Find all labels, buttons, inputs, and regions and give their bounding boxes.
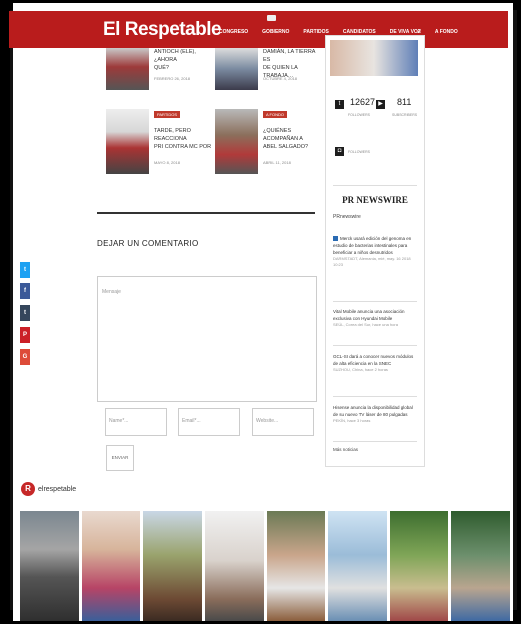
article-tag[interactable]: PARTIDOS	[154, 111, 181, 118]
comment-message-field[interactable]: Mensaje	[97, 276, 317, 402]
comment-heading: DEJAR UN COMENTARIO	[97, 239, 199, 248]
article-thumbnail[interactable]	[215, 109, 258, 174]
share-tumblr-icon[interactable]: t	[20, 305, 30, 321]
instagram-photo[interactable]	[451, 511, 510, 621]
nav-item-gobierno[interactable]: GOBIERNO	[262, 29, 289, 35]
sidebar-ad-image[interactable]	[330, 40, 418, 76]
scroll-to-top-button[interactable]	[267, 15, 276, 21]
pr-item-icon	[333, 236, 338, 242]
instagram-photo[interactable]	[266, 511, 326, 621]
pr-newswire-title: PR NEWSWIRE	[342, 195, 408, 205]
instagram-photo[interactable]	[20, 511, 79, 621]
share-pinterest-icon[interactable]: P	[20, 327, 30, 343]
nav-item-a-fondo[interactable]: A FONDO	[435, 29, 458, 35]
twitter-follower-label: FOLLOWERS	[348, 113, 370, 117]
pr-item-divider	[333, 345, 417, 346]
nav-item-congreso[interactable]: CONGRESO	[219, 29, 248, 35]
instagram-photo[interactable]	[81, 511, 141, 621]
instagram-photo[interactable]	[328, 511, 387, 621]
twitter-icon[interactable]: t	[335, 100, 344, 109]
pr-news-item[interactable]: Merck usará edición del genoma en estudi…	[333, 235, 419, 268]
article-title[interactable]: ANTIOCH (ELE), ¿AHORA QUÉ?	[154, 48, 214, 72]
article-title[interactable]: ¿QUIÉNES ACOMPAÑAN A ABEL SALGADO?	[263, 127, 323, 151]
twitter-follower-count: 12627	[350, 97, 376, 107]
sidebar-divider	[333, 185, 417, 186]
instagram-photo[interactable]	[143, 511, 202, 621]
instagram-photo[interactable]	[204, 511, 264, 621]
pr-news-item[interactable]: GCL-SI dará a conocer nuevos módulos de …	[333, 353, 419, 373]
article-date: ABRIL 11, 2018	[263, 160, 291, 165]
site-logo[interactable]: El Respetable	[103, 19, 222, 41]
instagram-photo[interactable]	[389, 511, 449, 621]
instagram-avatar[interactable]: R	[21, 482, 35, 496]
article-date: FEBRERO 26, 2018	[154, 76, 191, 81]
pr-news-item[interactable]: Vital Mobile anuncia una asociación excl…	[333, 308, 419, 328]
name-field[interactable]: Name*...	[105, 408, 167, 436]
article-thumbnail[interactable]	[106, 109, 149, 174]
article-title[interactable]: TARDE, PERO REACCIONA PRI CONTRA MC POR	[154, 127, 214, 151]
article-date: MAYO 8, 2018	[154, 160, 180, 165]
article-thumbnail[interactable]	[215, 48, 258, 90]
instagram-feed	[20, 511, 510, 621]
youtube-subscriber-label: SUBSCRIBERS	[392, 113, 418, 117]
share-googleplus-icon[interactable]: G	[20, 349, 30, 365]
header-bar: El Respetable CONGRESO GOBIERNO PARTIDOS…	[9, 11, 508, 48]
website-field[interactable]: Website...	[252, 408, 314, 436]
pr-newswire-source: PRnewswire	[333, 214, 361, 220]
article-tag[interactable]: A FONDO	[263, 111, 288, 118]
article-thumbnail[interactable]	[106, 48, 149, 90]
share-twitter-icon[interactable]: t	[20, 262, 30, 278]
article-date: OCTUBRE 4, 2018	[263, 76, 298, 81]
pr-item-divider	[333, 396, 417, 397]
share-facebook-icon[interactable]: f	[20, 283, 30, 299]
more-news-link[interactable]: Más noticias	[333, 447, 358, 452]
pr-item-divider	[333, 301, 417, 302]
pr-news-item[interactable]: Hisense anuncia la disponibilidad global…	[333, 404, 419, 424]
youtube-subscriber-count: 811	[397, 97, 412, 107]
instagram-handle[interactable]: elrespetable	[38, 486, 76, 493]
instagram-icon[interactable]: ◘	[335, 147, 344, 156]
pr-item-divider	[333, 441, 417, 442]
section-divider	[97, 212, 315, 214]
submit-comment-button[interactable]: ENVIAR	[106, 445, 134, 471]
youtube-icon[interactable]: ▶	[376, 100, 385, 109]
email-field[interactable]: Email*...	[178, 408, 240, 436]
instagram-follower-label: FOLLOWERS	[348, 150, 370, 154]
